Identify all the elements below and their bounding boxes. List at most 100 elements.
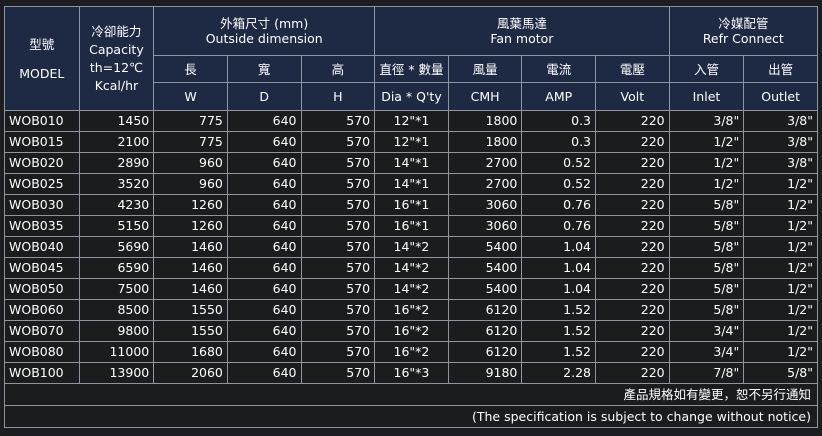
outside-dimension-header: 外箱尺寸 (mm) Outside dimension <box>153 6 376 56</box>
table-row: WOB020 2890 960 640 570 14"*1 2700 0.52 220 1/2" 3… <box>4 152 818 174</box>
table-row: WOB040 5690 1460 640 570 14"*2 5400 1.04 220 5/8"… <box>4 236 818 258</box>
model-cell: WOB100 <box>4 362 80 384</box>
inlet-cell: 5/8" <box>668 299 745 321</box>
depth-cell: 640 <box>226 362 302 384</box>
outlet-cell: 1/2" <box>743 299 818 321</box>
col-header-en: AMP <box>521 82 597 111</box>
table-row: WOB010 1450 775 640 570 12"*1 1800 0.3 220 3/8" 3/… <box>4 110 818 132</box>
fan-dia-qty-cell: 16"*2 <box>374 299 449 321</box>
airflow-cell: 2700 <box>447 152 523 174</box>
capacity-cell: 7500 <box>78 278 155 300</box>
voltage-cell: 220 <box>595 362 670 384</box>
col-header-zh: 入管 <box>668 55 745 83</box>
model-header-zh: 型號 <box>29 36 55 52</box>
model-cell: WOB060 <box>4 299 80 321</box>
inlet-cell: 5/8" <box>668 194 745 216</box>
depth-cell: 640 <box>226 194 302 216</box>
voltage-cell: 220 <box>595 131 670 153</box>
width-cell: 1260 <box>153 194 228 216</box>
outlet-cell: 1/2" <box>743 173 818 195</box>
inlet-cell: 5/8" <box>668 278 745 300</box>
outside-dimension-zh: 外箱尺寸 (mm) <box>220 16 309 31</box>
col-header-zh: 電壓 <box>595 55 670 83</box>
current-cell: 1.52 <box>521 341 597 363</box>
fan-dia-qty-cell: 14"*1 <box>374 152 449 174</box>
current-cell: 0.3 <box>521 110 597 132</box>
height-cell: 570 <box>300 131 376 153</box>
col-header-en: CMH <box>447 82 523 111</box>
height-cell: 570 <box>300 278 376 300</box>
inlet-cell: 7/8" <box>668 362 745 384</box>
capacity-header: 冷卻能力 Capacity th=12℃ Kcal/hr <box>78 6 155 111</box>
outlet-cell: 1/2" <box>743 320 818 342</box>
inlet-cell: 1/2" <box>668 173 745 195</box>
width-cell: 1550 <box>153 299 228 321</box>
capacity-cell: 1450 <box>78 110 155 132</box>
capacity-cell: 8500 <box>78 299 155 321</box>
col-header-en: Volt <box>595 82 670 111</box>
height-cell: 570 <box>300 257 376 279</box>
col-header-zh: 長 <box>153 55 228 83</box>
width-cell: 1460 <box>153 236 228 258</box>
col-header-zh: 出管 <box>743 55 818 83</box>
depth-cell: 640 <box>226 173 302 195</box>
current-cell: 1.52 <box>521 299 597 321</box>
fan-dia-qty-cell: 12"*1 <box>374 110 449 132</box>
inlet-cell: 1/2" <box>668 131 745 153</box>
voltage-cell: 220 <box>595 194 670 216</box>
inlet-cell: 5/8" <box>668 215 745 237</box>
capacity-header-line: Capacity <box>89 41 144 57</box>
airflow-cell: 6120 <box>447 299 523 321</box>
depth-cell: 640 <box>226 278 302 300</box>
current-cell: 0.52 <box>521 152 597 174</box>
col-header-zh: 高 <box>300 55 376 83</box>
inlet-cell: 3/8" <box>668 110 745 132</box>
fan-motor-header: 風葉馬達 Fan motor <box>374 6 670 56</box>
width-cell: 960 <box>153 152 228 174</box>
table-row: WOB050 7500 1460 640 570 14"*2 5400 1.04 220 5/8"… <box>4 278 818 300</box>
voltage-cell: 220 <box>595 236 670 258</box>
table-row: WOB030 4230 1260 640 570 16"*1 3060 0.76 220 5/8"… <box>4 194 818 216</box>
airflow-cell: 5400 <box>447 236 523 258</box>
model-cell: WOB045 <box>4 257 80 279</box>
voltage-cell: 220 <box>595 320 670 342</box>
spec-table-container: 型號 MODEL 冷卻能力 Capacity th=12℃ Kcal/hr 外箱… <box>4 6 819 428</box>
fan-dia-qty-cell: 16"*3 <box>374 362 449 384</box>
width-cell: 1680 <box>153 341 228 363</box>
outlet-cell: 3/8" <box>743 131 818 153</box>
capacity-cell: 3520 <box>78 173 155 195</box>
refr-connect-header: 冷媒配管 Refr Connect <box>668 6 819 56</box>
depth-cell: 640 <box>226 341 302 363</box>
capacity-header-line: Kcal/hr <box>94 77 139 93</box>
outlet-cell: 1/2" <box>743 236 818 258</box>
width-cell: 1460 <box>153 278 228 300</box>
depth-cell: 640 <box>226 236 302 258</box>
fan-motor-en: Fan motor <box>490 31 554 46</box>
spec-table: 型號 MODEL 冷卻能力 Capacity th=12℃ Kcal/hr 外箱… <box>4 6 819 428</box>
width-cell: 960 <box>153 173 228 195</box>
model-header-en: MODEL <box>19 65 65 81</box>
width-cell: 1550 <box>153 320 228 342</box>
col-header-en: W <box>153 82 228 111</box>
width-cell: 775 <box>153 131 228 153</box>
footer-note-zh: 產品規格如有變更，恕不另行通知 <box>4 383 818 406</box>
refr-connect-zh: 冷媒配管 <box>718 16 769 31</box>
current-cell: 0.76 <box>521 215 597 237</box>
footer-note-en: (The specification is subject to change … <box>4 405 818 428</box>
col-header-zh: 電流 <box>521 55 597 83</box>
current-cell: 1.04 <box>521 257 597 279</box>
height-cell: 570 <box>300 236 376 258</box>
col-header-en: D <box>226 82 302 111</box>
voltage-cell: 220 <box>595 278 670 300</box>
table-row: WOB025 3520 960 640 570 14"*1 2700 0.52 220 1/2" 1… <box>4 173 818 195</box>
table-row: WOB060 8500 1550 640 570 16"*2 6120 1.52 220 5/8"… <box>4 299 818 321</box>
capacity-cell: 5690 <box>78 236 155 258</box>
height-cell: 570 <box>300 110 376 132</box>
model-cell: WOB030 <box>4 194 80 216</box>
outside-dimension-en: Outside dimension <box>205 31 323 46</box>
fan-dia-qty-cell: 14"*2 <box>374 257 449 279</box>
current-cell: 1.04 <box>521 236 597 258</box>
current-cell: 1.04 <box>521 278 597 300</box>
current-cell: 0.3 <box>521 131 597 153</box>
fan-dia-qty-cell: 12"*1 <box>374 131 449 153</box>
